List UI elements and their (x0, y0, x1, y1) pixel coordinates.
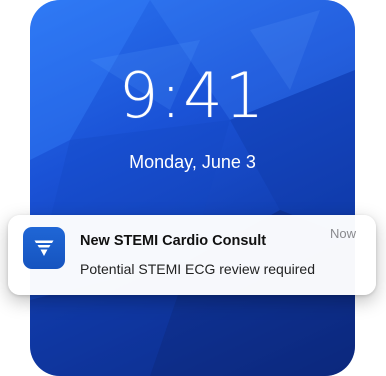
push-notification[interactable]: New STEMI Cardio Consult Potential STEMI… (8, 215, 376, 295)
lock-screen: 9:41 Monday, June 3 (30, 0, 355, 376)
notification-body: Potential STEMI ECG review required (80, 261, 315, 277)
lock-screen-date: Monday, June 3 (129, 152, 256, 172)
wallpaper (30, 0, 355, 376)
screenshot-stage: 9:41 Monday, June 3 New STEMI Cardio Con… (0, 0, 386, 376)
notification-timestamp: Now (329, 226, 356, 241)
stemi-app-logo-icon (23, 227, 65, 269)
notification-title: New STEMI Cardio Consult (80, 233, 267, 249)
lock-screen-time: 9:41 (118, 59, 267, 132)
